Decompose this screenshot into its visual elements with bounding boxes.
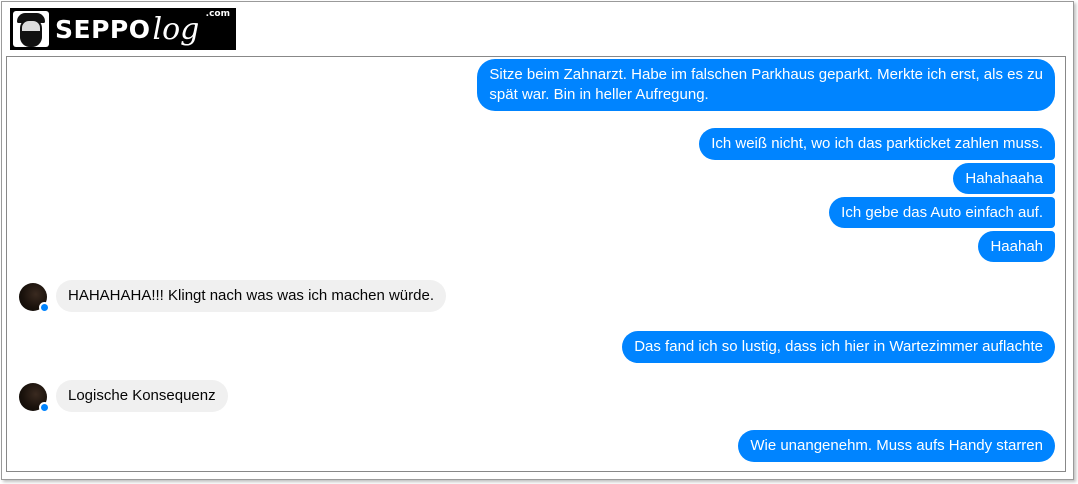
message-text: Ich gebe das Auto einfach auf. — [841, 203, 1043, 221]
message-text: Logische Konsequenz — [68, 387, 216, 404]
message-bubble-outgoing[interactable]: Sitze beim Zahnarzt. Habe im falschen Pa… — [477, 59, 1055, 111]
message-bubble-outgoing[interactable]: Wie unangenehm. Muss aufs Handy starren — [738, 430, 1055, 462]
message-line: spät war. Bin in heller Aufregung. — [489, 86, 709, 103]
message-bubble-outgoing[interactable]: Haahah — [978, 231, 1055, 262]
message-line: Sitze beim Zahnarzt. Habe im falschen Pa… — [489, 66, 1043, 83]
bearded-face-icon — [13, 11, 49, 47]
message-text: Wie unangenehm. Muss aufs Handy starren — [750, 437, 1043, 454]
contact-avatar[interactable] — [19, 283, 50, 313]
message-text: Haahah — [990, 237, 1043, 255]
messenger-badge-icon — [39, 302, 50, 313]
logo-text-bold: SEPPO — [55, 14, 151, 44]
message-text: Das fand ich so lustig, dass ich hier in… — [634, 338, 1043, 355]
message-bubble-outgoing[interactable]: Ich gebe das Auto einfach auf. — [829, 197, 1055, 228]
logo-text-suffix: .com — [205, 9, 230, 19]
message-bubble-incoming[interactable]: Logische Konsequenz — [56, 380, 228, 412]
messenger-badge-icon — [39, 402, 50, 413]
message-text: Ich weiß nicht, wo ich das parkticket za… — [711, 135, 1043, 152]
message-bubble-outgoing[interactable]: Das fand ich so lustig, dass ich hier in… — [622, 331, 1055, 363]
chat-window: Sitze beim Zahnarzt. Habe im falschen Pa… — [6, 56, 1066, 472]
seppolog-logo: SEPPO log .com — [10, 8, 236, 50]
contact-avatar[interactable] — [19, 383, 50, 413]
message-text: Hahahaaha — [965, 169, 1043, 187]
message-bubble-outgoing[interactable]: Hahahaaha — [953, 163, 1055, 194]
message-bubble-outgoing[interactable]: Ich weiß nicht, wo ich das parkticket za… — [699, 128, 1055, 160]
logo-text-script: log — [152, 12, 200, 47]
message-bubble-incoming[interactable]: HAHAHAHA!!! Klingt nach was was ich mach… — [56, 280, 446, 312]
message-text: HAHAHAHA!!! Klingt nach was was ich mach… — [68, 287, 434, 304]
